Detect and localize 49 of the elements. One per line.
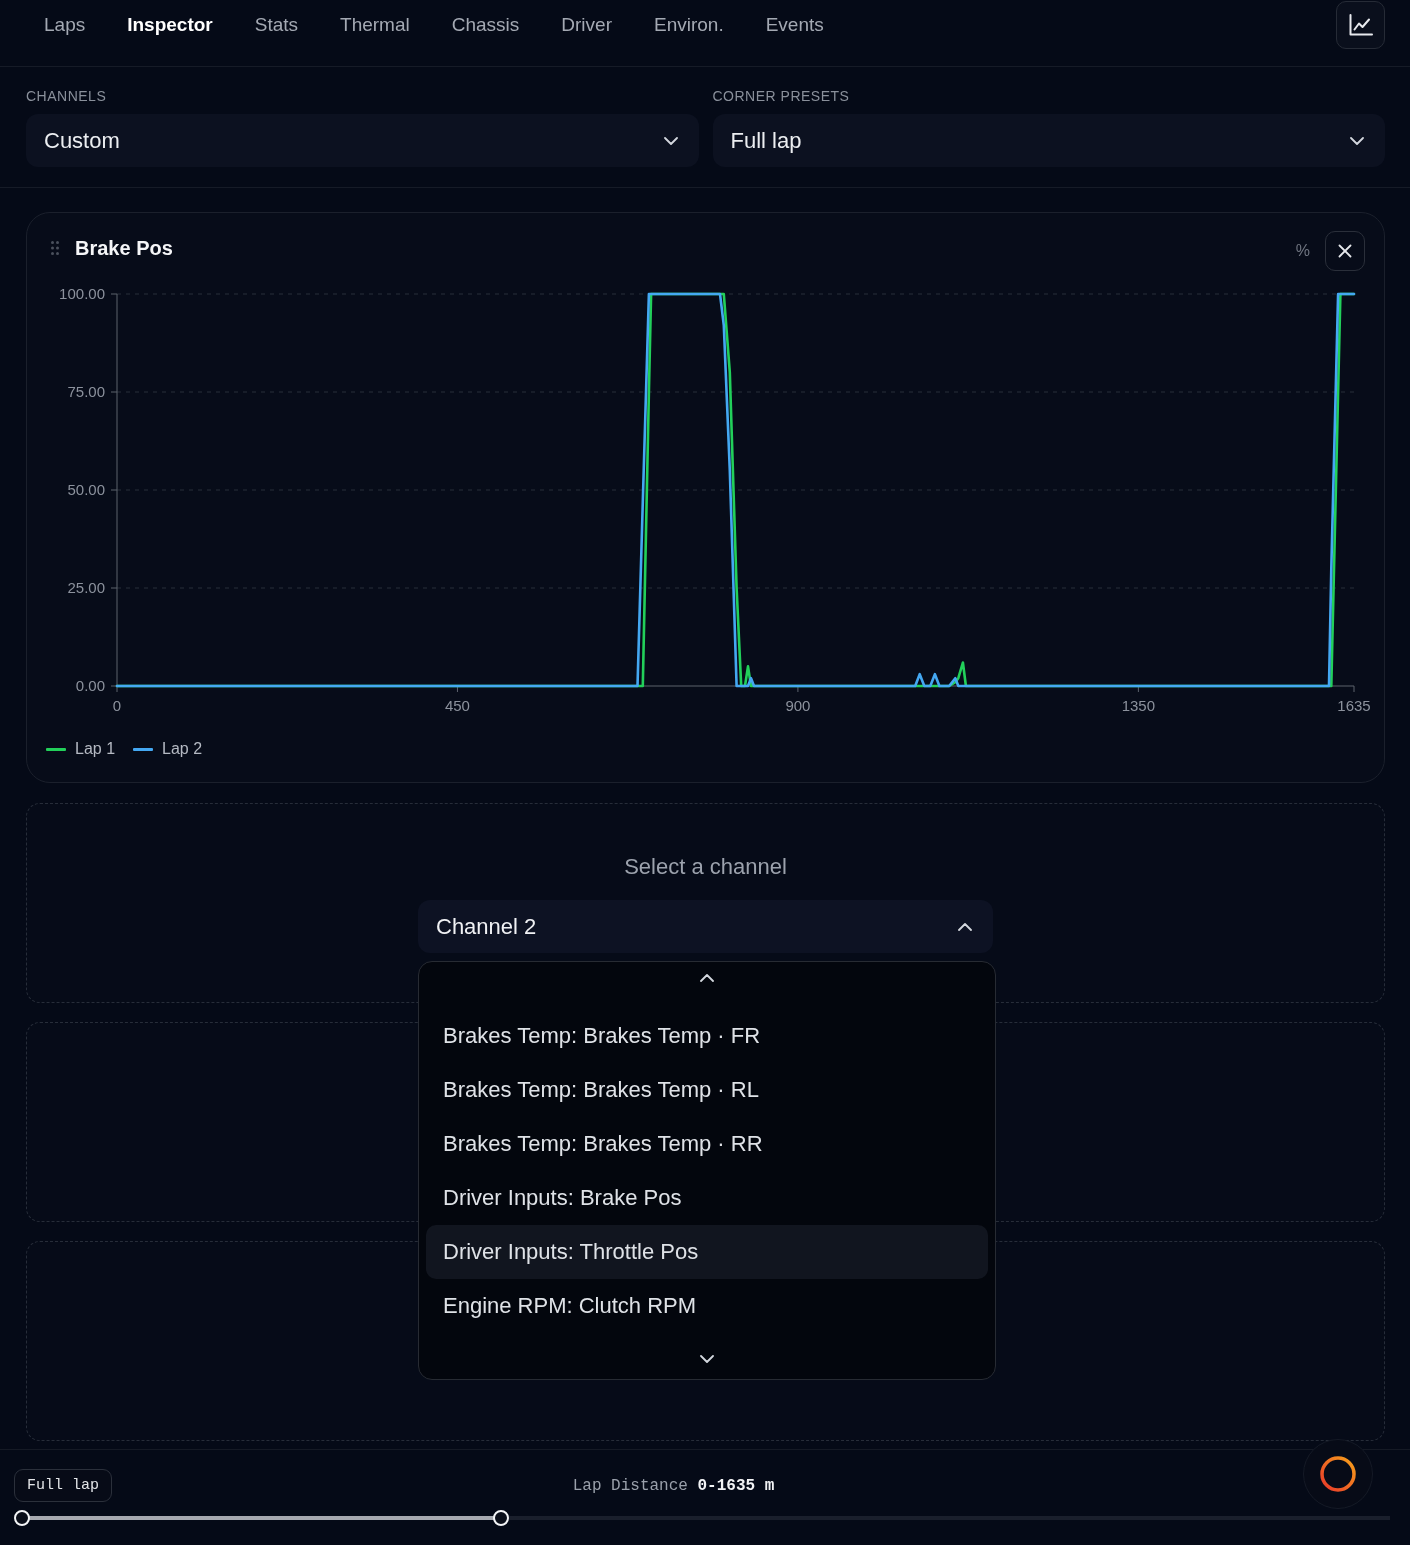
dropdown-select[interactable]: Full lap (712, 114, 1385, 167)
select-prompt: Select a channel (624, 854, 787, 880)
y-tick-label: 50.00 (67, 481, 105, 498)
slider-thumb[interactable] (14, 1510, 30, 1526)
chart-view-button[interactable] (1336, 1, 1385, 49)
chevron-up-icon (958, 922, 972, 931)
nav-tab[interactable]: Driver (540, 0, 633, 50)
scroll-down-icon[interactable] (700, 1355, 714, 1363)
nav-tab[interactable]: Stats (233, 0, 320, 50)
dropdown-option[interactable]: Brakes Temp: Brakes Temp · FR (426, 1009, 988, 1063)
chevron-down-icon (1350, 136, 1364, 145)
field-label: CORNER PRESETS (712, 88, 851, 105)
x-tick-label: 1635 (1337, 697, 1371, 714)
chevron-down-icon (663, 136, 678, 145)
field-label: CHANNELS (26, 88, 108, 105)
x-tick-label: 900 (785, 697, 811, 714)
legend-label: Lap 2 (162, 740, 203, 758)
nav-tab[interactable]: Chassis (430, 0, 541, 50)
ring-icon[interactable] (1303, 1439, 1373, 1509)
unit-label: % (1295, 242, 1310, 260)
nav-tab[interactable]: Thermal (319, 0, 431, 50)
y-tick-label: 25.00 (67, 579, 105, 596)
close-icon (1338, 244, 1352, 258)
x-tick-label: 1350 (1121, 697, 1156, 714)
slider-thumb[interactable] (492, 1510, 509, 1526)
drag-handle-icon[interactable] (51, 241, 59, 255)
x-tick-label: 0 (112, 697, 122, 714)
chart-title: Brake Pos (75, 236, 174, 260)
nav-tab[interactable]: Environ. (633, 0, 745, 50)
dropdown-option[interactable]: Driver Inputs: Brake Pos (426, 1171, 988, 1225)
legend-label: Lap 1 (75, 740, 116, 758)
line-chart-icon (1348, 14, 1373, 36)
channel-select[interactable]: Channel 2 (418, 900, 993, 953)
close-button[interactable] (1325, 231, 1365, 271)
nav-tab[interactable]: Inspector (106, 0, 234, 50)
y-tick-label: 100.00 (59, 285, 105, 302)
nav-tab[interactable]: Laps (23, 0, 107, 50)
dropdown-option[interactable]: Brakes Temp: Brakes Temp · RR (426, 1117, 988, 1171)
nav-tab[interactable]: Events (744, 0, 845, 50)
dropdown-option[interactable]: Brakes Temp: Brakes Temp · RL (426, 1063, 988, 1117)
dropdown-option[interactable]: Engine RPM: Clutch RPM (426, 1279, 988, 1333)
dropdown-select[interactable]: Custom (26, 114, 699, 167)
y-tick-label: 75.00 (67, 383, 105, 400)
lap-distance-label: Lap Distance 0-1635 m (571, 1476, 776, 1495)
y-tick-label: 0.00 (75, 677, 105, 694)
full-lap-button[interactable]: Full lap (14, 1469, 112, 1502)
scroll-up-icon[interactable] (700, 974, 714, 982)
dropdown-option[interactable]: Driver Inputs: Throttle Pos (426, 1225, 988, 1279)
x-tick-label: 450 (444, 697, 470, 714)
